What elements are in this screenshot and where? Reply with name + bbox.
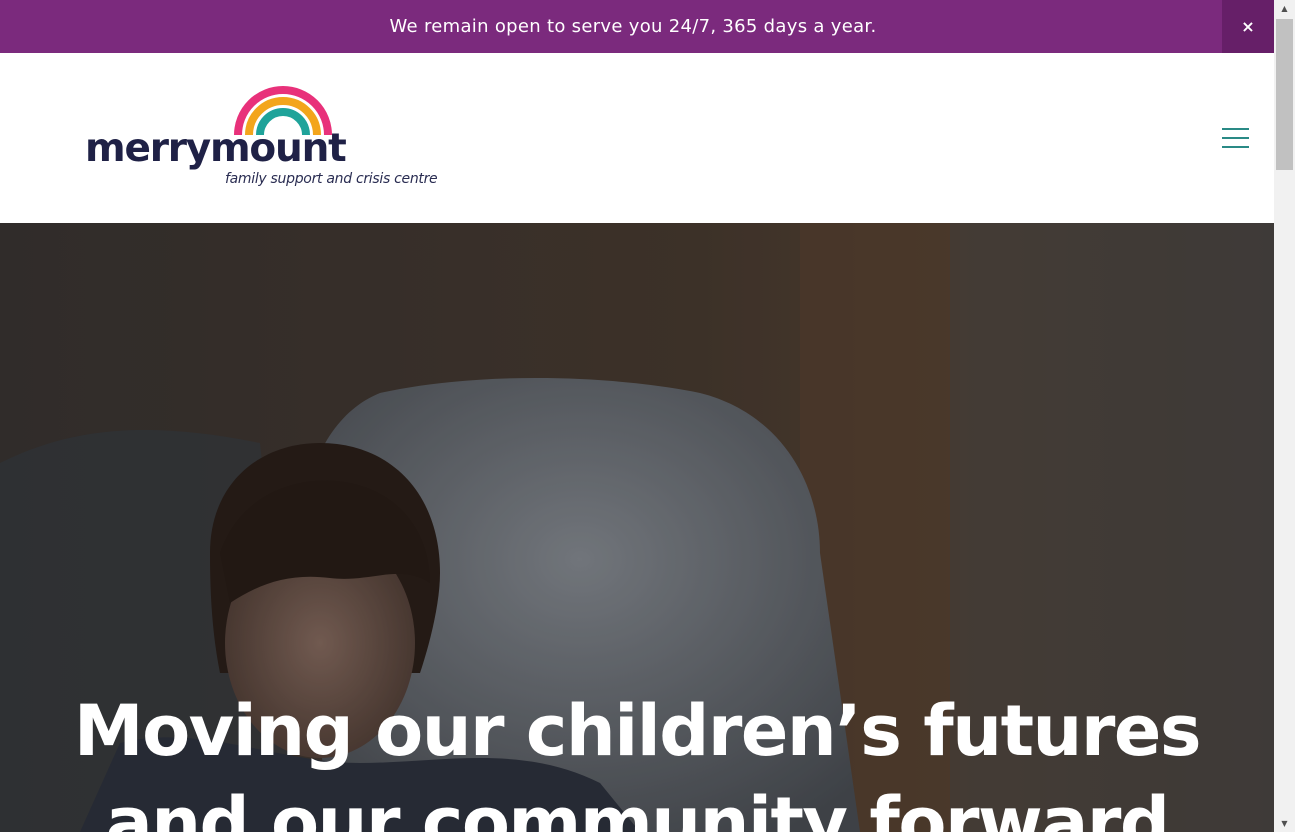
hero-section: Moving our children’s futures and our co… bbox=[0, 223, 1274, 832]
announcement-text: We remain open to serve you 24/7, 365 da… bbox=[389, 16, 877, 37]
hamburger-icon bbox=[1222, 137, 1249, 139]
hamburger-icon bbox=[1222, 146, 1249, 148]
logo-wordmark: merrymount bbox=[85, 126, 347, 171]
close-announcement-button[interactable]: × bbox=[1222, 0, 1274, 53]
page: We remain open to serve you 24/7, 365 da… bbox=[0, 0, 1274, 832]
scroll-down-arrow-icon[interactable]: ▼ bbox=[1274, 815, 1295, 832]
menu-button[interactable] bbox=[1216, 119, 1256, 159]
scrollbar-thumb[interactable] bbox=[1276, 19, 1293, 170]
logo[interactable]: merrymount family support and crisis cen… bbox=[85, 83, 438, 195]
scroll-up-arrow-icon[interactable]: ▲ bbox=[1274, 0, 1295, 17]
hamburger-icon bbox=[1222, 128, 1249, 130]
hero-title: Moving our children’s futures and our co… bbox=[73, 690, 1202, 832]
close-icon: × bbox=[1241, 17, 1255, 36]
announcement-bar: We remain open to serve you 24/7, 365 da… bbox=[0, 0, 1274, 53]
site-header: merrymount family support and crisis cen… bbox=[0, 53, 1274, 223]
page-scrollbar[interactable]: ▲ ▼ bbox=[1274, 0, 1295, 832]
logo-tagline: family support and crisis centre bbox=[225, 171, 438, 187]
